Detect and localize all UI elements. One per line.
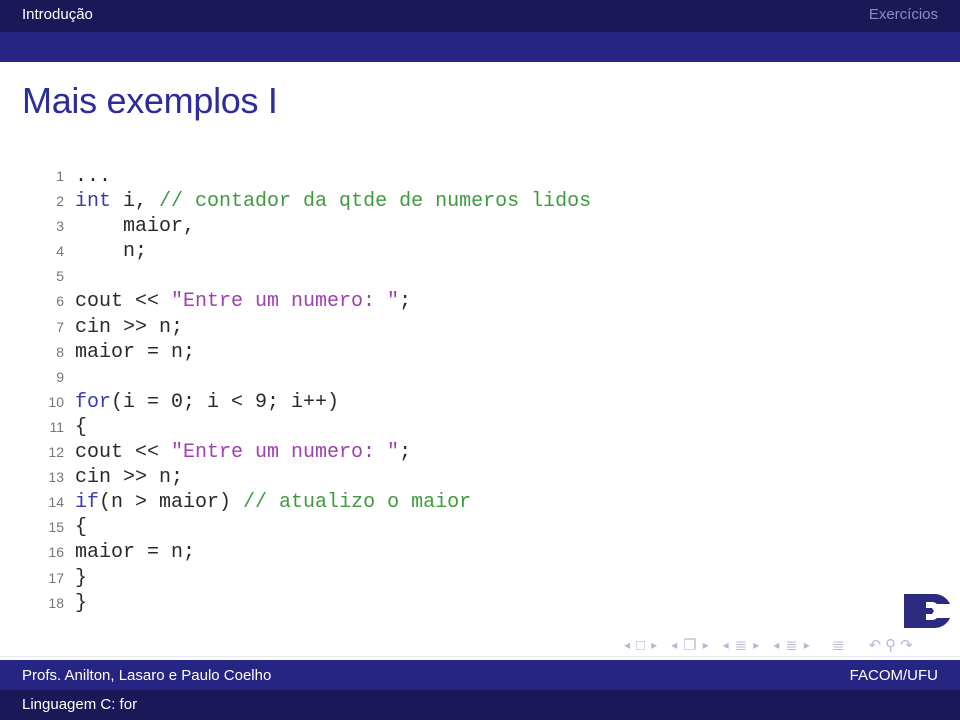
line-number: 15 bbox=[48, 519, 64, 536]
undo-icon[interactable]: ↶ bbox=[869, 636, 882, 654]
code-line: 17} bbox=[40, 566, 591, 591]
logo-shape bbox=[918, 593, 950, 629]
code-line: 16 maior = n; bbox=[40, 540, 591, 565]
subsection-icon[interactable]: ≣ bbox=[735, 636, 748, 654]
code-line: 13 cin >> n; bbox=[40, 465, 591, 490]
footer-title-bar: Linguagem C: for bbox=[0, 690, 960, 720]
code-line: 4 n; bbox=[40, 239, 591, 264]
line-number: 9 bbox=[56, 368, 64, 385]
code-text: { bbox=[75, 415, 88, 439]
code-text: cout << bbox=[75, 441, 172, 465]
prev-frame-icon[interactable]: ◂ bbox=[671, 638, 677, 652]
search-icon[interactable]: ⚲ bbox=[885, 636, 896, 654]
section-icon[interactable]: ≣ bbox=[785, 636, 798, 654]
line-number: 17 bbox=[48, 569, 64, 586]
code-text: cin >> n; bbox=[75, 315, 184, 339]
code-line: 1... bbox=[40, 164, 591, 189]
code-text: (n > maior) bbox=[99, 491, 244, 515]
prev-section-icon[interactable]: ◂ bbox=[773, 638, 779, 652]
divider bbox=[0, 656, 960, 657]
slide-icon[interactable]: □ bbox=[636, 637, 645, 654]
code-line: 9 bbox=[40, 365, 591, 390]
beamer-navigation: ◂ □ ▸ ◂ ❐ ▸ ◂ ≣ ▸ ◂ ≣ ▸ ≣ ↶ ⚲ ↷ bbox=[624, 636, 954, 655]
code-text: ; bbox=[399, 441, 412, 465]
code-text: cin >> n; bbox=[75, 466, 184, 490]
code-line: 5 bbox=[40, 264, 591, 289]
line-number: 6 bbox=[56, 293, 64, 310]
next-slide-icon[interactable]: ▸ bbox=[651, 638, 657, 652]
footer-bar: Profs. Anilton, Lasaro e Paulo Coelho FA… bbox=[0, 660, 960, 690]
code-line: 7 cin >> n; bbox=[40, 315, 591, 340]
code-line: 2 int i, // contador da qtde de numeros l… bbox=[40, 189, 591, 214]
code-text: n; bbox=[75, 240, 148, 264]
line-number: 18 bbox=[48, 594, 64, 611]
frame-title: Mais exemplos I bbox=[22, 80, 278, 121]
code-line: 8 maior = n; bbox=[40, 340, 591, 365]
code-keyword: int bbox=[75, 190, 112, 214]
code-line: 14 if(n > maior) // atualizo o maior bbox=[40, 490, 591, 515]
prev-slide-icon[interactable]: ◂ bbox=[624, 638, 630, 652]
line-number: 13 bbox=[48, 469, 64, 486]
line-number: 16 bbox=[48, 544, 64, 561]
footer-authors: Profs. Anilton, Lasaro e Paulo Coelho bbox=[22, 667, 272, 684]
code-text: i, bbox=[111, 190, 160, 214]
line-number: 10 bbox=[48, 393, 64, 410]
code-text: } bbox=[75, 591, 88, 615]
code-keyword: if bbox=[75, 491, 100, 515]
line-number: 8 bbox=[56, 343, 64, 360]
line-number: 2 bbox=[56, 193, 64, 210]
code-line: 15 { bbox=[40, 515, 591, 540]
prev-subsection-icon[interactable]: ◂ bbox=[723, 638, 729, 652]
section-link-introducao[interactable]: Introdução bbox=[22, 6, 93, 23]
code-string: "Entre um numero: " bbox=[171, 290, 400, 314]
line-number: 5 bbox=[56, 268, 64, 285]
code-text: maior = n; bbox=[75, 541, 196, 565]
section-link-exercicios[interactable]: Exercícios bbox=[869, 6, 938, 23]
code-text: { bbox=[75, 516, 88, 540]
line-number: 12 bbox=[48, 444, 64, 461]
code-line: 11 { bbox=[40, 415, 591, 440]
subsection-bar bbox=[0, 32, 960, 62]
next-frame-icon[interactable]: ▸ bbox=[703, 638, 709, 652]
code-string: "Entre um numero: " bbox=[171, 441, 400, 465]
code-line: 3 maior, bbox=[40, 214, 591, 239]
frame-icon[interactable]: ❐ bbox=[683, 636, 696, 654]
code-line: 18} bbox=[40, 591, 591, 616]
line-number: 14 bbox=[48, 494, 64, 511]
code-listing: 1... 2 int i, // contador da qtde de numer… bbox=[40, 164, 591, 616]
redo-icon[interactable]: ↷ bbox=[900, 636, 913, 654]
code-text: ; bbox=[399, 290, 412, 314]
code-text: maior, bbox=[75, 215, 196, 239]
next-section-icon[interactable]: ▸ bbox=[804, 638, 810, 652]
document-icon[interactable]: ≣ bbox=[832, 636, 845, 654]
footer-short-title: Linguagem C: for bbox=[22, 696, 138, 713]
code-text: (i = 0; i < 9; i++) bbox=[111, 390, 340, 414]
code-text: cout << bbox=[75, 290, 172, 314]
code-line: 10 for(i = 0; i < 9; i++) bbox=[40, 390, 591, 415]
code-line: 6 cout << "Entre um numero: "; bbox=[40, 289, 591, 314]
header-bar: Introdução Exercícios bbox=[0, 0, 960, 32]
code-text: maior = n; bbox=[75, 340, 196, 364]
line-number: 3 bbox=[56, 218, 64, 235]
code-keyword: for bbox=[75, 390, 112, 414]
facom-logo bbox=[904, 593, 950, 629]
code-text: ... bbox=[75, 165, 112, 188]
code-text: } bbox=[75, 566, 88, 590]
line-number: 4 bbox=[56, 243, 64, 260]
logo-bar bbox=[904, 594, 918, 628]
code-line: 12 cout << "Entre um numero: "; bbox=[40, 440, 591, 465]
line-number: 11 bbox=[49, 418, 64, 435]
footer-institution: FACOM/UFU bbox=[849, 667, 938, 684]
code-comment: // contador da qtde de numeros lidos bbox=[159, 190, 592, 214]
code-comment: // atualizo o maior bbox=[243, 491, 472, 515]
line-number: 1 bbox=[56, 168, 64, 184]
next-subsection-icon[interactable]: ▸ bbox=[753, 638, 759, 652]
line-number: 7 bbox=[56, 318, 64, 335]
